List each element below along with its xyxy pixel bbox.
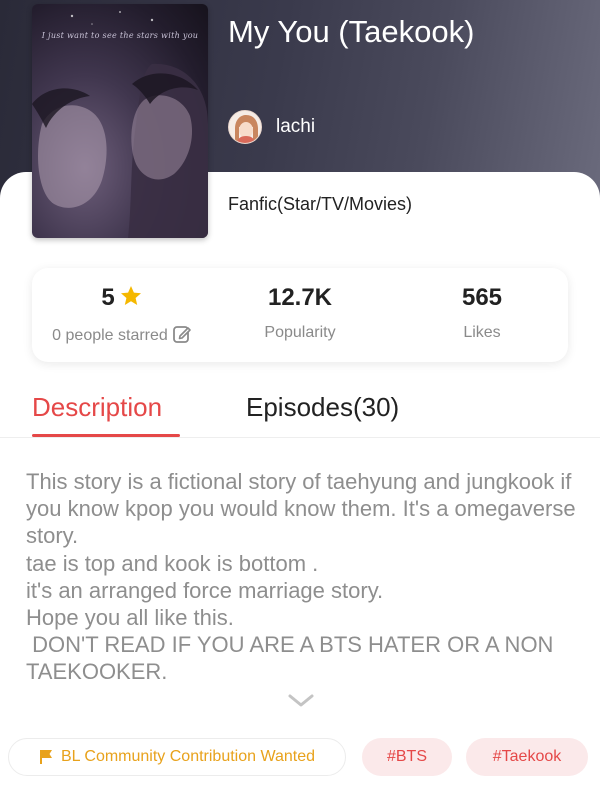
author-name[interactable]: lachi <box>276 116 315 138</box>
likes-label: Likes <box>463 324 501 341</box>
likes-stat: 565 Likes <box>392 268 572 362</box>
stats-card: 5 0 people starred 12.7K Popularity 565 … <box>32 268 568 362</box>
tab-description[interactable]: Description <box>32 392 162 423</box>
rating-value: 5 <box>101 284 115 311</box>
rating-stat[interactable]: 5 0 people starred <box>32 268 212 362</box>
story-title: My You (Taekook) <box>228 14 475 49</box>
active-tab-indicator <box>32 434 180 437</box>
cover-caption: I just want to see the stars with you <box>41 31 199 40</box>
author-row[interactable]: lachi <box>228 110 315 144</box>
community-tag[interactable]: BL Community Contribution Wanted <box>8 738 346 776</box>
flag-icon <box>39 750 52 764</box>
avatar-icon <box>229 111 261 143</box>
star-icon <box>120 286 141 305</box>
tab-bar: Description Episodes(30) <box>0 380 600 438</box>
chevron-down-icon[interactable] <box>288 693 314 709</box>
likes-value: 565 <box>461 284 503 311</box>
community-tag-label: BL Community Contribution Wanted <box>60 748 316 765</box>
description-text: This story is a fictional story of taehy… <box>26 469 576 685</box>
popularity-stat: 12.7K Popularity <box>210 268 390 362</box>
author-avatar[interactable] <box>228 110 262 144</box>
tag-taekook[interactable]: #Taekook <box>466 738 588 776</box>
genre-label[interactable]: Fanfic(Star/TV/Movies) <box>228 194 412 215</box>
tab-episodes[interactable]: Episodes(30) <box>246 392 399 423</box>
rating-value-row: 5 <box>32 284 212 312</box>
rating-label-row: 0 people starred <box>32 324 212 345</box>
tag-bts[interactable]: #BTS <box>362 738 452 776</box>
popularity-value: 12.7K <box>267 284 333 311</box>
edit-icon[interactable] <box>172 324 192 344</box>
rating-label: 0 people starred <box>52 327 168 344</box>
popularity-label: Popularity <box>264 324 336 341</box>
cover-image[interactable]: I just want to see the stars with you <box>32 4 208 238</box>
